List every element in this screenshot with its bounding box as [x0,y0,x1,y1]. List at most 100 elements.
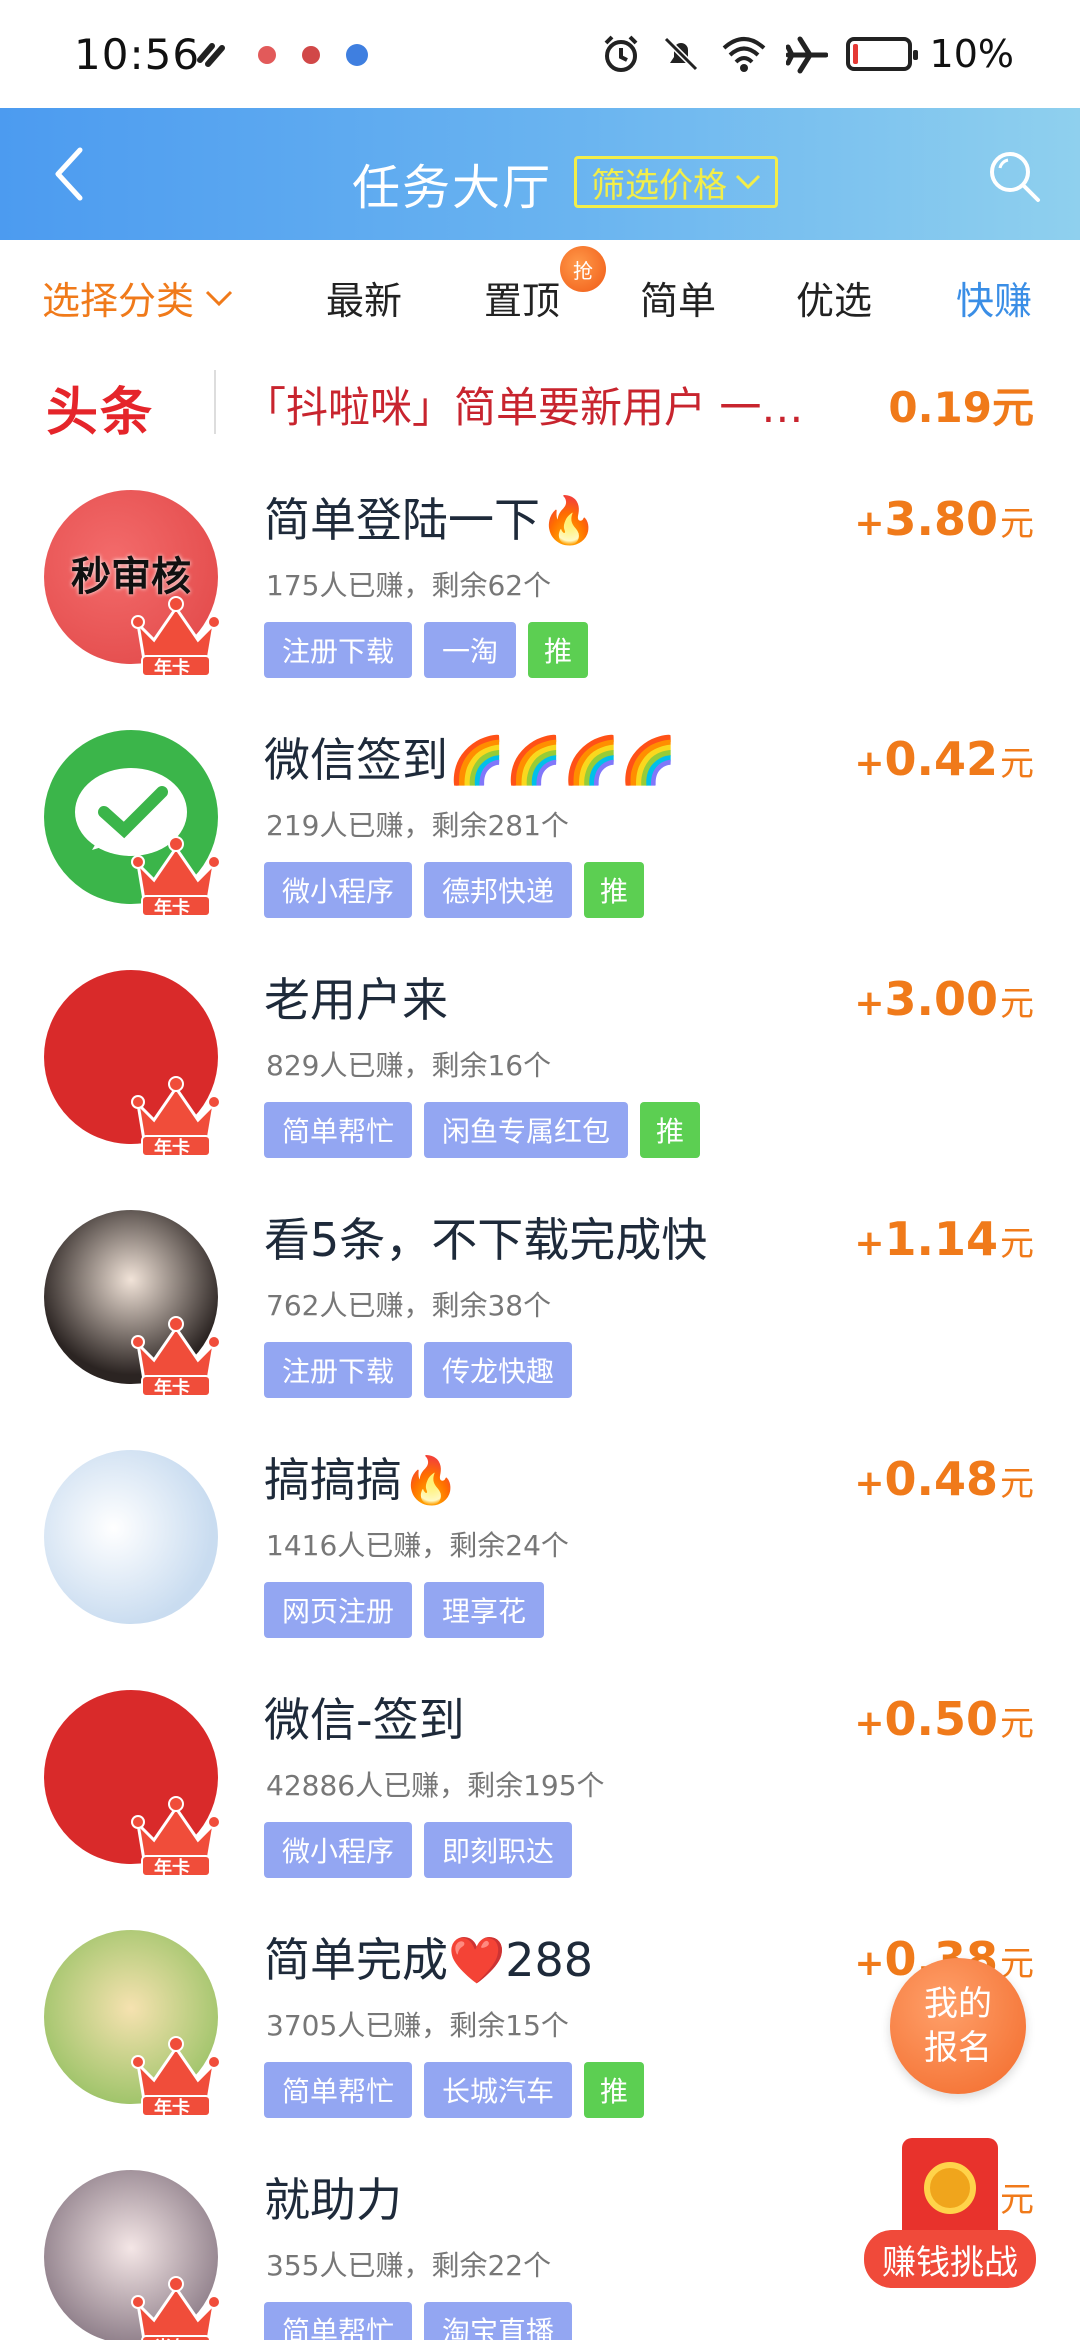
filter-price-label: 筛选价格 [591,165,727,206]
my-signup-label-2: 报名 [924,2028,992,2068]
task-title: 简单完成❤️288 [264,1933,594,1987]
task-stats: 219人已赚，剩余281个 [266,809,569,842]
my-signup-button[interactable]: 我的 报名 [890,1958,1026,2094]
earn-challenge-button[interactable]: 赚钱挑战 [862,2138,1038,2298]
grab-badge: 抢 [560,246,606,292]
avatar [44,1450,218,1624]
task-item[interactable]: 秒审核 年卡 简单登陆一下🔥 175人已赚，剩余62个 注册下载 一淘推 +3.80 元 [0,470,1080,710]
status-right: 10% [600,32,1014,76]
task-tag: 即刻职达 [424,1822,573,1878]
reward-amount: 0.42 [884,732,999,786]
mute-bell-icon [663,36,698,72]
app-notification-icon [258,46,276,64]
chevron-down-icon [205,290,233,306]
reward-plus: + [854,1943,885,1984]
reward-plus: + [854,1463,885,1504]
reward-amount: 0.48 [884,1452,999,1506]
my-signup-label-1: 我的 [924,1984,992,2024]
reward-unit: 元 [1000,504,1034,544]
task-stats: 42886人已赚，剩余195个 [266,1769,605,1802]
reward-plus: + [854,743,885,784]
task-stats: 3705人已赚，剩余15个 [266,2009,569,2042]
task-item[interactable]: 年卡 看5条，不下载完成快 762人已赚，剩余38个 注册下载 传龙快趣 +1.14 元 [0,1190,1080,1430]
task-tag: 注册下载 [264,622,413,678]
battery-level [852,44,859,64]
membership-crown-icon: 年卡 [128,1790,224,1879]
status-bar: 10:56 10% [0,0,1080,108]
task-tag: 传龙快趣 [424,1342,573,1398]
tab-simple[interactable]: 简单 [640,270,716,325]
wifi-icon [722,37,765,72]
back-button[interactable] [42,144,102,204]
filter-price-button[interactable]: 筛选价格 [574,156,778,208]
membership-badge-label: 年卡 [154,658,190,679]
tab-latest[interactable]: 最新 [326,270,402,325]
tab-pinned[interactable]: 置顶 [484,270,560,325]
membership-badge-label: 年卡 [154,1378,190,1399]
headline-text: 「抖啦咪」简单要新用户 一… [244,383,804,432]
reward-amount: 3.80 [884,492,999,546]
task-tag: 注册下载 [264,1342,413,1398]
reward-unit: 元 [1000,1704,1034,1744]
select-category-dropdown[interactable]: 选择分类 [42,270,234,325]
task-tags: 微小程序 即刻职达 [264,1822,573,1878]
task-reward: +0.42 元 [854,732,1034,786]
alarm-icon [604,35,637,72]
task-title: 就助力 [264,2173,402,2227]
task-tag: 简单帮忙 [264,1102,413,1158]
reward-plus: + [854,983,885,1024]
task-stats: 355人已赚，剩余22个 [266,2249,552,2282]
recommend-badge: 推 [584,2062,645,2118]
coin-icon [924,2162,976,2214]
recommend-badge: 推 [584,862,645,918]
notification-icons [196,40,368,70]
task-title: 搞搞搞🔥 [264,1453,460,1507]
battery-percent: 10% [929,32,1014,76]
task-tag: 闲鱼专属红包 [424,1102,629,1158]
task-reward: +1.14 元 [854,1212,1034,1266]
airplane-mode-icon [785,36,828,74]
task-stats: 175人已赚，剩余62个 [266,569,552,602]
tab-quick-earn[interactable]: 快赚 [956,270,1032,325]
task-title: 微信签到🌈🌈🌈🌈 [264,733,678,787]
task-tags: 简单帮忙 闲鱼专属红包推 [264,1102,701,1158]
search-button[interactable] [984,146,1044,206]
task-tags: 注册下载 传龙快趣 [264,1342,573,1398]
reward-plus: + [854,1223,885,1264]
membership-badge-label: 半年 [154,2334,190,2340]
task-title: 简单登陆一下🔥 [264,493,598,547]
membership-crown-icon: 年卡 [128,2030,224,2119]
task-tags: 简单帮忙 淘宝直播 [264,2302,573,2340]
membership-crown-icon: 年卡 [128,1070,224,1159]
task-title: 微信-签到 [264,1693,465,1747]
task-stats: 762人已赚，剩余38个 [266,1289,552,1322]
task-tag: 微小程序 [264,862,413,918]
membership-crown-icon: 年卡 [128,1310,224,1399]
task-title: 老用户来 [264,973,448,1027]
task-item[interactable]: 年卡 老用户来 829人已赚，剩余16个简单帮忙 闲鱼专属红包推 +3.00 元 [0,950,1080,1190]
task-item[interactable]: 年卡 微信签到🌈🌈🌈🌈 219人已赚，剩余281个 微小程序 德邦快递推 +0.42 元 [0,710,1080,950]
task-item[interactable]: 搞搞搞🔥 1416人已赚，剩余24个 网页注册 理享花 +0.48 元 [0,1430,1080,1670]
page-title: 任务大厅 [352,160,553,216]
task-item[interactable]: 年卡 微信-签到 42886人已赚，剩余195个 微小程序 即刻职达 +0.50 元 [0,1670,1080,1910]
headline-banner[interactable]: 头条 「抖啦咪」简单要新用户 一… 0.19元 [0,358,1080,448]
divider [214,370,216,434]
signal-app-icon [197,43,225,67]
reward-amount: 3.00 [884,972,999,1026]
task-tags: 注册下载 一淘推 [264,622,589,678]
tab-featured[interactable]: 优选 [796,270,872,325]
membership-crown-icon: 半年 [128,2270,224,2340]
reward-amount: 0.50 [884,1692,999,1746]
search-icon [990,152,1040,202]
reward-unit: 元 [1000,1464,1034,1504]
browser-notification-icon [346,44,368,66]
chevron-down-icon [735,174,761,190]
app-header: 任务大厅 筛选价格 [0,108,1080,240]
task-stats: 829人已赚，剩余16个 [266,1049,552,1082]
earn-challenge-label: 赚钱挑战 [864,2230,1036,2288]
membership-crown-icon: 年卡 [128,590,224,679]
task-tag: 一淘 [424,622,517,678]
select-category-label: 选择分类 [42,279,195,323]
chevron-left-icon [55,147,83,201]
task-reward: +3.00 元 [854,972,1034,1026]
